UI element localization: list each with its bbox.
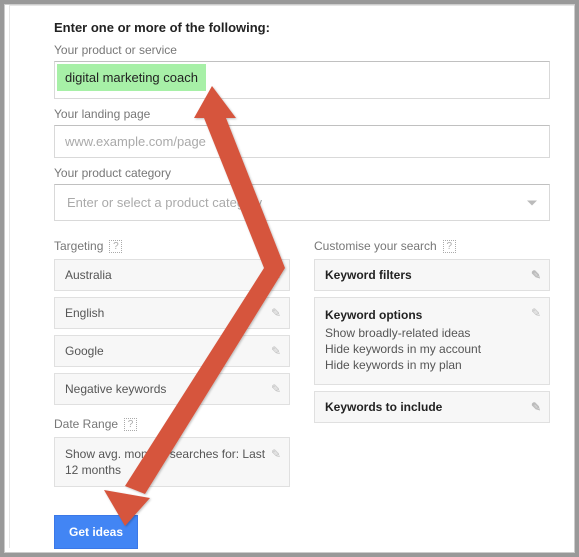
get-ideas-button[interactable]: Get ideas — [54, 515, 138, 549]
date-range-title: Date Range — [54, 417, 118, 431]
targeting-title: Targeting — [54, 239, 103, 253]
pencil-icon: ✎ — [271, 306, 281, 320]
pencil-icon: ✎ — [271, 446, 281, 462]
keyword-option-line: Show broadly-related ideas — [325, 326, 539, 340]
product-label: Your product or service — [54, 43, 550, 57]
help-icon[interactable]: ? — [109, 240, 122, 253]
landing-page-input[interactable]: www.example.com/page — [54, 125, 550, 158]
help-icon[interactable]: ? — [124, 418, 137, 431]
keywords-to-include-card[interactable]: Keywords to include ✎ — [314, 391, 550, 423]
landing-page-label: Your landing page — [54, 107, 550, 121]
pencil-icon: ✎ — [271, 344, 281, 358]
targeting-location[interactable]: Australia ✎ — [54, 259, 290, 291]
targeting-network[interactable]: Google ✎ — [54, 335, 290, 367]
product-service-input[interactable]: digital marketing coach — [54, 61, 550, 99]
date-range-card[interactable]: Show avg. monthly searches for: Last 12 … — [54, 437, 290, 487]
keyword-options-card[interactable]: ✎ Keyword options Show broadly-related i… — [314, 297, 550, 385]
targeting-negative-keywords[interactable]: Negative keywords ✎ — [54, 373, 290, 405]
targeting-network-text: Google — [65, 344, 104, 358]
chevron-down-icon — [527, 200, 537, 205]
keywords-include-text: Keywords to include — [325, 400, 442, 414]
keyword-filters-text: Keyword filters — [325, 268, 412, 282]
targeting-language[interactable]: English ✎ — [54, 297, 290, 329]
date-range-text: Show avg. monthly searches for: Last 12 … — [65, 447, 265, 477]
pencil-icon: ✎ — [531, 306, 541, 320]
form-heading: Enter one or more of the following: — [54, 20, 550, 35]
product-service-value: digital marketing coach — [57, 64, 206, 91]
targeting-location-text: Australia — [65, 268, 112, 282]
help-icon[interactable]: ? — [443, 240, 456, 253]
keyword-options-title: Keyword options — [325, 308, 539, 322]
pencil-icon: ✎ — [531, 400, 541, 414]
category-label: Your product category — [54, 166, 550, 180]
category-select[interactable]: Enter or select a product category — [54, 184, 550, 221]
keyword-option-line: Hide keywords in my plan — [325, 358, 539, 372]
customise-title: Customise your search — [314, 239, 437, 253]
pencil-icon: ✎ — [531, 268, 541, 282]
keyword-option-line: Hide keywords in my account — [325, 342, 539, 356]
targeting-language-text: English — [65, 306, 104, 320]
pencil-icon: ✎ — [271, 382, 281, 396]
targeting-negative-text: Negative keywords — [65, 382, 166, 396]
keyword-filters-card[interactable]: Keyword filters ✎ — [314, 259, 550, 291]
pencil-icon: ✎ — [271, 268, 281, 282]
category-placeholder: Enter or select a product category — [67, 195, 262, 210]
